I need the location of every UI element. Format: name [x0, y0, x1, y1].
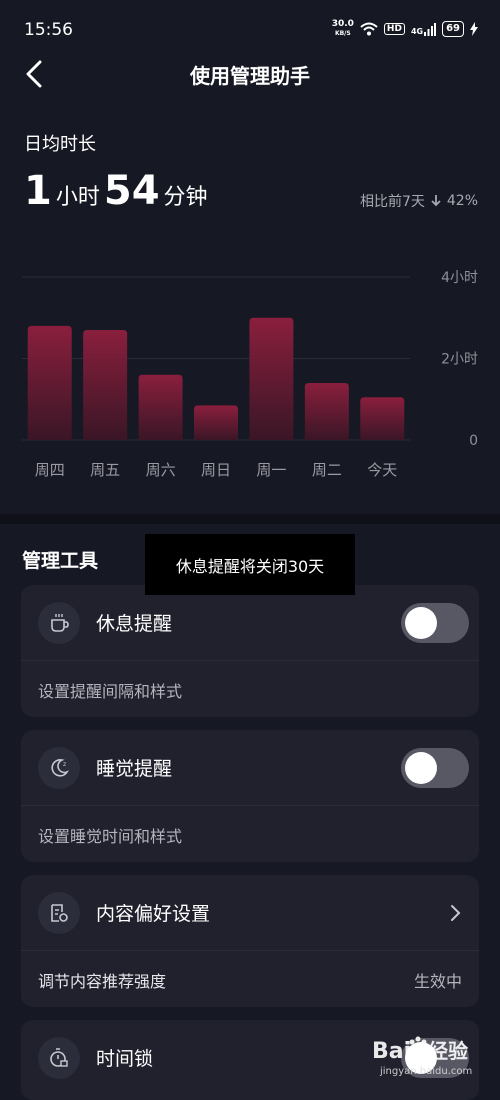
- bar-周二[interactable]: [304, 382, 349, 440]
- comparison: 相比前7天 42%: [360, 191, 478, 211]
- sleep-reminder-subtitle: 设置睡觉时间和样式: [38, 827, 183, 846]
- usage-bar-chart: 4小时 2小时 0 周四 周五 周六 周日 周一 周二 今天: [22, 270, 478, 479]
- status-badge: 生效中: [413, 972, 462, 991]
- x-tick-label: 周二: [312, 461, 342, 479]
- bar-周日[interactable]: [194, 405, 238, 440]
- card-header: z 睡觉提醒: [21, 730, 479, 805]
- minutes-value: 54: [103, 168, 160, 214]
- navigation-bar: 使用管理助手: [0, 50, 500, 96]
- bar-周五[interactable]: [83, 329, 128, 440]
- signal-icon: 4G: [411, 22, 437, 36]
- sleep-reminder-card[interactable]: z 睡觉提醒 设置睡觉时间和样式: [21, 730, 479, 862]
- rest-reminder-card[interactable]: 休息提醒 设置提醒间隔和样式: [21, 585, 479, 717]
- cup-icon: [38, 602, 80, 644]
- paw-icon: [409, 1036, 427, 1058]
- card-header: 内容偏好设置: [21, 875, 479, 950]
- watermark-suffix: 经验: [428, 1039, 468, 1063]
- sleep-reminder-toggle[interactable]: [401, 748, 469, 788]
- section-divider: [0, 514, 500, 524]
- bar-今天[interactable]: [360, 397, 405, 440]
- x-tick-label: 周一: [256, 461, 286, 479]
- bar-周六[interactable]: [138, 374, 183, 440]
- sleep-reminder-title: 睡觉提醒: [96, 758, 173, 780]
- watermark-brand: Bai: [372, 1039, 411, 1064]
- y-tick-label: 0: [469, 433, 478, 449]
- x-tick-label: 周日: [201, 461, 231, 479]
- hours-value: 1: [24, 168, 52, 214]
- x-tick-label: 今天: [367, 461, 397, 479]
- bar-周四[interactable]: [27, 325, 72, 440]
- usage-chart: 4小时 2小时 0 周四 周五 周六 周日 周一 周二 今天: [0, 260, 500, 490]
- x-tick-label: 周五: [90, 461, 120, 479]
- content-preference-card[interactable]: 内容偏好设置 调节内容推荐强度 生效中: [21, 875, 479, 1007]
- signal-bars-icon: [424, 22, 437, 36]
- toggle-knob: [405, 607, 437, 639]
- status-icons: 30.0 KB/S HD 4G 69: [332, 20, 478, 38]
- rest-reminder-toggle[interactable]: [401, 603, 469, 643]
- toast-message: 休息提醒将关闭30天: [145, 534, 355, 595]
- x-tick-label: 周六: [146, 461, 176, 479]
- svg-text:z: z: [63, 761, 66, 768]
- comparison-value: 42%: [446, 193, 478, 209]
- page-title: 使用管理助手: [190, 64, 310, 88]
- arrow-down-icon: [431, 195, 441, 207]
- card-header: 休息提醒: [21, 585, 479, 660]
- daily-average-value: 1 小时 54 分钟: [24, 168, 212, 214]
- timer-lock-icon: [38, 1037, 80, 1079]
- rest-reminder-title: 休息提醒: [96, 613, 173, 635]
- comparison-label: 相比前7天: [359, 194, 425, 210]
- sleep-reminder-settings[interactable]: 设置睡觉时间和样式: [21, 806, 479, 862]
- hd-badge: HD: [383, 23, 405, 35]
- section-title: 管理工具: [22, 550, 99, 572]
- toggle-knob: [405, 752, 437, 784]
- minutes-unit: 分钟: [163, 185, 208, 210]
- y-tick-label: 2小时: [441, 352, 478, 368]
- network-speed: 30.0 KB/S: [331, 19, 354, 38]
- moon-icon: z: [38, 747, 80, 789]
- daily-average-label: 日均时长: [24, 134, 96, 155]
- baidu-watermark: Bai 经验 jingyan.baidu.com: [370, 1028, 490, 1078]
- charging-icon: [470, 22, 478, 36]
- content-preference-title: 内容偏好设置: [96, 903, 211, 925]
- settings-doc-icon: [38, 892, 80, 934]
- bar-周一[interactable]: [249, 317, 294, 440]
- rest-reminder-settings[interactable]: 设置提醒间隔和样式: [21, 661, 479, 717]
- hours-unit: 小时: [55, 185, 100, 210]
- wifi-icon: [360, 22, 378, 36]
- content-preference-subtitle: 调节内容推荐强度: [38, 972, 167, 991]
- battery-indicator: 69: [442, 21, 464, 37]
- rest-reminder-subtitle: 设置提醒间隔和样式: [38, 682, 183, 701]
- time-lock-title: 时间锁: [96, 1048, 154, 1070]
- x-tick-label: 周四: [35, 461, 65, 479]
- status-time: 15:56: [24, 20, 73, 40]
- content-preference-settings[interactable]: 调节内容推荐强度 生效中: [21, 951, 479, 1007]
- y-tick-label: 4小时: [441, 270, 478, 286]
- watermark-url: jingyan.baidu.com: [379, 1066, 472, 1077]
- chevron-right-icon[interactable]: [445, 901, 465, 925]
